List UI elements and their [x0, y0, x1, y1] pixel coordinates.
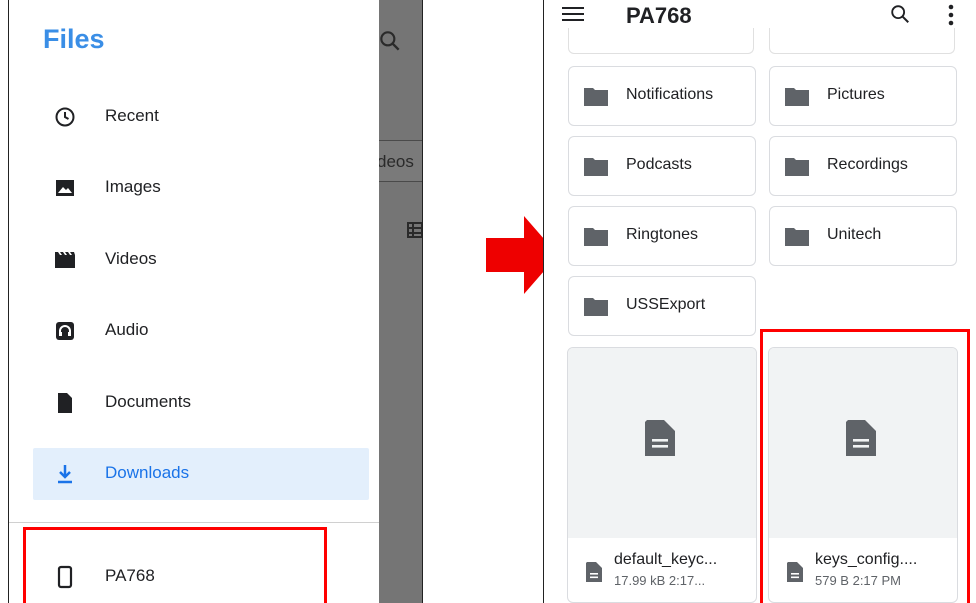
nav-item-recent[interactable]: Recent [33, 91, 369, 143]
file-name: default_keyc... [614, 551, 718, 568]
folder-card[interactable]: USSExport [568, 276, 756, 336]
highlight-box-device [23, 527, 327, 603]
folder-card[interactable]: Recordings [769, 136, 957, 196]
folder-name: Notifications [626, 86, 714, 103]
nav-item-label: Documents [105, 392, 191, 411]
drawer-title: Files [43, 24, 105, 54]
document-icon [586, 562, 602, 582]
right-screenshot-panel: PA768 Notifications Pictures Podcasts Re… [543, 0, 976, 603]
nav-item-label: Videos [105, 249, 157, 268]
nav-item-audio[interactable]: Audio [33, 305, 369, 357]
menu-icon[interactable] [562, 4, 584, 24]
download-icon [58, 465, 72, 484]
folder-card[interactable]: Ringtones [568, 206, 756, 266]
folder-name: Podcasts [626, 156, 692, 173]
document-icon [645, 420, 675, 456]
nav-item-videos[interactable]: Videos [33, 234, 369, 286]
folder-card[interactable]: Pictures [769, 66, 957, 126]
file-thumbnail [568, 348, 756, 538]
folder-icon [584, 158, 608, 176]
more-vert-icon[interactable] [948, 4, 954, 26]
folder-card[interactable]: Unitech [769, 206, 957, 266]
folder-name: USSExport [626, 296, 706, 313]
navigation-drawer: Files Recent Images Videos Audio Documen… [9, 0, 379, 603]
divider [9, 522, 379, 523]
nav-item-documents[interactable]: Documents [33, 377, 369, 429]
folder-icon [584, 298, 608, 316]
nav-item-label: Images [105, 177, 161, 196]
folder-card[interactable]: Notifications [568, 66, 756, 126]
page-title: PA768 [626, 3, 692, 28]
search-icon [380, 31, 400, 51]
left-screenshot-panel: deos Files Recent Images Videos Audio Do… [8, 0, 423, 603]
file-card[interactable]: default_keyc... 17.99 kB 2:17... [567, 347, 757, 603]
highlight-box-file [760, 329, 970, 603]
file-meta: 17.99 kB 2:17... [614, 573, 706, 588]
folder-icon [584, 88, 608, 106]
folder-name: Unitech [827, 226, 882, 243]
headphones-icon [56, 322, 74, 340]
search-icon[interactable] [889, 3, 911, 25]
film-icon [55, 252, 75, 268]
folder-card[interactable]: Podcasts [568, 136, 756, 196]
grid-view-icon[interactable] [407, 222, 423, 238]
nav-item-label: Downloads [105, 463, 190, 482]
folder-card-partial[interactable] [769, 28, 955, 54]
nav-item-downloads[interactable]: Downloads [33, 448, 369, 500]
folder-icon [584, 228, 608, 246]
folder-name: Ringtones [626, 226, 699, 243]
clock-icon [55, 107, 75, 127]
folder-name: Pictures [827, 86, 885, 103]
folder-icon [785, 158, 809, 176]
nav-item-label: Audio [105, 320, 149, 339]
folder-name: Recordings [827, 156, 908, 173]
nav-item-label: Recent [105, 106, 159, 125]
nav-item-images[interactable]: Images [33, 162, 369, 214]
document-icon [58, 393, 72, 413]
folder-icon [785, 88, 809, 106]
folder-card-partial[interactable] [568, 28, 754, 54]
image-icon [56, 180, 74, 196]
folder-icon [785, 228, 809, 246]
